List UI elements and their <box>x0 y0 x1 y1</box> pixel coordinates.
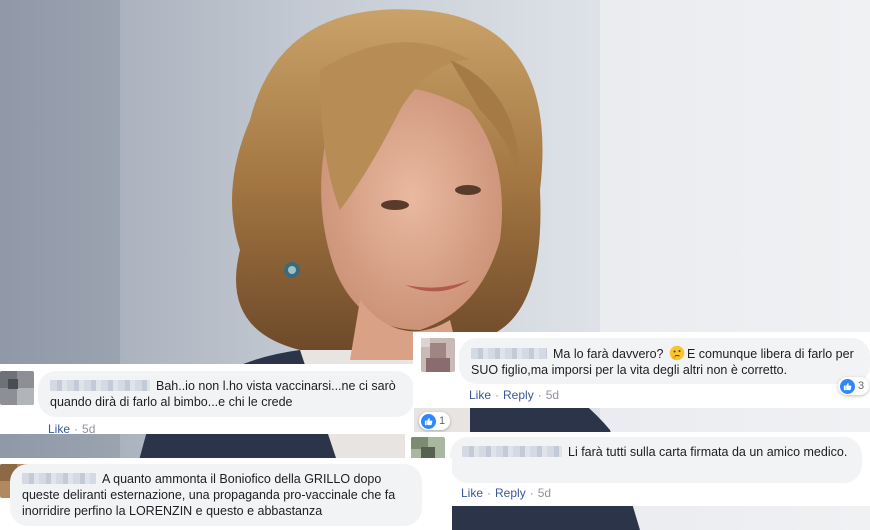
thumbs-up-icon <box>840 378 855 394</box>
comment-time[interactable]: 5d <box>546 388 559 402</box>
separator: · <box>495 388 500 402</box>
comment-bubble: Li farà tutti sulla carta firmata da un … <box>450 437 862 483</box>
comment-bubble: Ma lo farà davvero? E comunque libera di… <box>459 338 870 384</box>
separator: · <box>74 422 79 436</box>
avatar[interactable] <box>0 371 34 405</box>
like-link[interactable]: Like <box>461 486 483 500</box>
redacted-author-name[interactable] <box>471 348 547 359</box>
redacted-author-name[interactable] <box>22 473 96 484</box>
reaction-count-badge[interactable]: 3 <box>838 377 870 395</box>
reaction-count-badge[interactable]: 1 <box>419 412 451 430</box>
thumbs-up-icon <box>421 413 436 429</box>
reply-link[interactable]: Reply <box>495 486 526 500</box>
comment-actions: Like · Reply · 5d <box>461 486 551 500</box>
separator: · <box>537 388 542 402</box>
comment-text-start: Ma lo farà davvero? <box>553 347 664 361</box>
avatar[interactable] <box>421 338 455 372</box>
reaction-count: 3 <box>858 380 865 392</box>
redacted-author-name[interactable] <box>462 446 562 457</box>
comment-time[interactable]: 5d <box>538 486 551 500</box>
reply-link[interactable]: Reply <box>503 388 534 402</box>
separator: · <box>487 486 492 500</box>
comment-text: Li farà tutti sulla carta firmata da un … <box>568 445 848 459</box>
comment-bubble: A quanto ammonta il Boniofico della GRIL… <box>10 464 422 526</box>
like-link[interactable]: Like <box>48 422 70 436</box>
comment-actions: Like · Reply · 5d <box>469 388 559 402</box>
comment-bubble: Bah..io non l.ho vista vaccinarsi...ne c… <box>38 371 414 417</box>
comment-time[interactable]: 5d <box>82 422 95 436</box>
reaction-count: 1 <box>439 415 446 427</box>
separator: · <box>529 486 534 500</box>
like-link[interactable]: Like <box>469 388 491 402</box>
comment-actions: Like · 5d <box>48 422 95 436</box>
redacted-author-name[interactable] <box>50 380 150 391</box>
thinking-face-icon <box>669 345 685 361</box>
